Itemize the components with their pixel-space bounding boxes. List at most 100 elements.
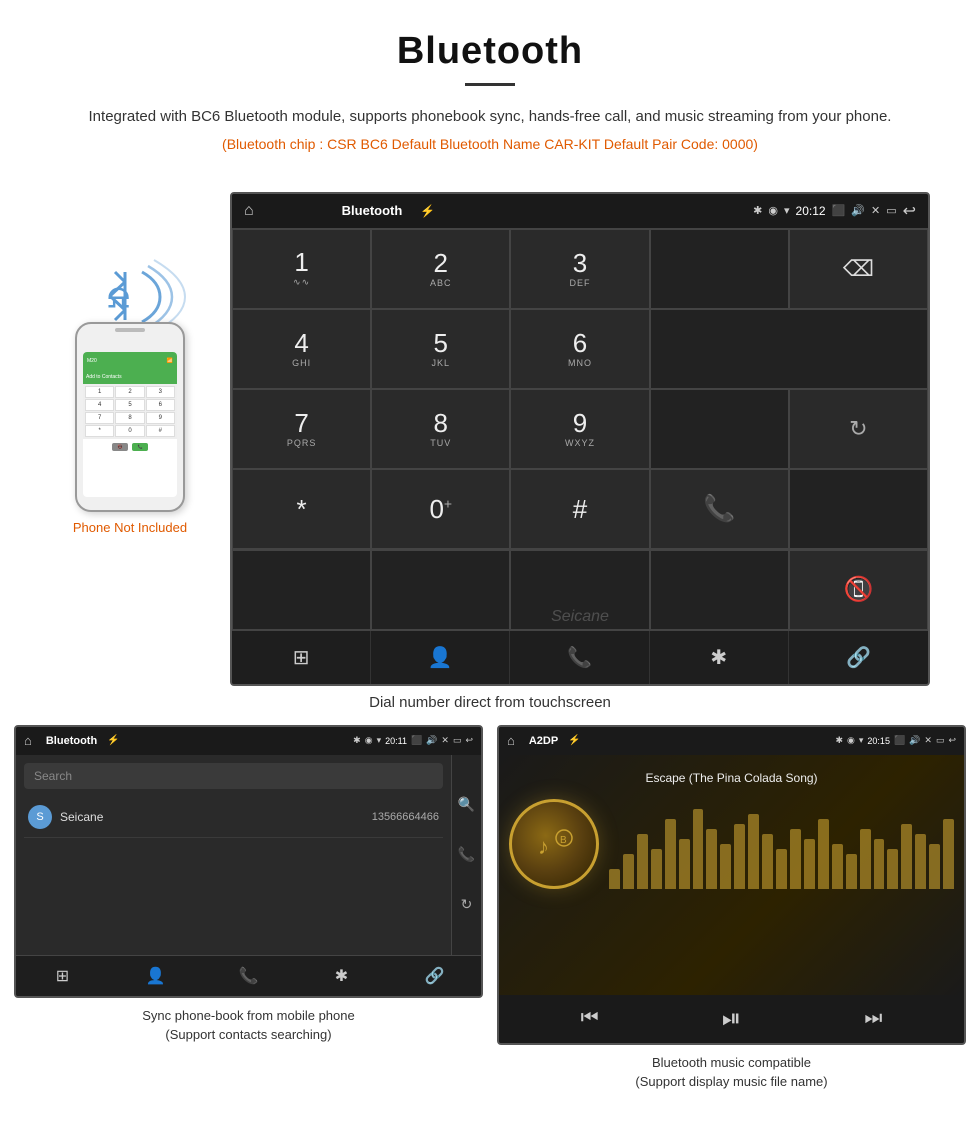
a2dp-caption-line2: (Support display music file name) (635, 1072, 827, 1092)
back-icon[interactable]: ↩ (903, 201, 916, 221)
page-description: Integrated with BC6 Bluetooth module, su… (60, 104, 920, 130)
eq-bar (693, 809, 704, 889)
key-7[interactable]: 7 PQRS (232, 389, 371, 469)
key-call-red[interactable]: 📵 (789, 550, 928, 630)
phone-mockup-container: ⍾ M20 📶 Add to Contac (50, 252, 210, 535)
page-specs: (Bluetooth chip : CSR BC6 Default Blueto… (60, 136, 920, 152)
pb-bt-icon: ✱ (353, 735, 361, 746)
wifi-icon: ▾ (784, 204, 790, 217)
eq-bar (748, 814, 759, 889)
eq-bar (860, 829, 871, 889)
nav-dialpad[interactable]: ⊞ (232, 631, 371, 684)
a2dp-wifi-icon: ▾ (859, 735, 864, 746)
a2dp-song-title: Escape (The Pina Colada Song) (645, 771, 817, 785)
phonebook-caption-line1: Sync phone-book from mobile phone (142, 1006, 354, 1026)
key-hash[interactable]: # (510, 469, 649, 549)
key-9[interactable]: 9 WXYZ (510, 389, 649, 469)
prev-button[interactable]: ⏮ (581, 1007, 599, 1030)
window-icon[interactable]: ▭ (886, 204, 896, 217)
pb-back-icon[interactable]: ↩ (465, 735, 473, 746)
a2dp-usb-icon: ⚡ (568, 735, 580, 746)
side-refresh-icon[interactable]: ↻ (461, 896, 473, 913)
pb-nav-link[interactable]: 🔗 (388, 956, 481, 996)
key-refresh[interactable]: ↻ (789, 389, 928, 469)
hangup-empty-4 (650, 550, 789, 630)
key-5[interactable]: 5 JKL (371, 309, 510, 389)
a2dp-loc-icon: ◉ (847, 735, 855, 746)
pb-nav-phone[interactable]: 📞 (202, 956, 295, 996)
svg-text:B: B (560, 835, 567, 846)
page-title: Bluetooth (60, 30, 920, 73)
key-4[interactable]: 4 GHI (232, 309, 371, 389)
phonebook-caption-line2: (Support contacts searching) (142, 1025, 354, 1045)
a2dp-home-icon[interactable]: ⌂ (507, 733, 515, 748)
dialpad-keypad: 1 ∿∿ 2 ABC 3 DEF ⌫ 4 GHI 5 JKL (232, 228, 928, 549)
dialpad-statusbar: ⌂ Bluetooth ⚡ ✱ ◉ ▾ 20:12 ⬛ 🔊 ✕ ▭ ↩ (232, 194, 928, 228)
pb-usb-icon: ⚡ (107, 735, 119, 746)
side-search-icon[interactable]: 🔍 (458, 796, 475, 813)
a2dp-close-icon[interactable]: ✕ (924, 735, 932, 746)
nav-bluetooth[interactable]: ✱ (650, 631, 789, 684)
next-button[interactable]: ⏭ (864, 1007, 882, 1030)
main-caption-text: Dial number direct from touchscreen (369, 694, 611, 711)
pb-time: 20:11 (385, 736, 407, 746)
phone-not-included-label: Phone Not Included (73, 520, 187, 535)
key-star[interactable]: * (232, 469, 371, 549)
pb-camera-icon: ⬛ (411, 735, 422, 746)
phone-dialer: 1 2 3 4 5 6 7 8 9 * 0 # (83, 384, 177, 439)
a2dp-camera-icon: ⬛ (894, 735, 905, 746)
a2dp-back-icon[interactable]: ↩ (948, 735, 956, 746)
key-backspace[interactable]: ⌫ (789, 229, 928, 309)
contact-row[interactable]: S Seicane 13566664466 (24, 797, 443, 838)
pb-title: Bluetooth (46, 735, 97, 747)
pb-nav-dialpad[interactable]: ⊞ (16, 956, 109, 996)
page-header: Bluetooth Integrated with BC6 Bluetooth … (0, 0, 980, 182)
pb-window-icon[interactable]: ▭ (453, 735, 462, 746)
eq-bar (929, 844, 940, 889)
eq-bar (943, 819, 954, 889)
pb-close-icon[interactable]: ✕ (441, 735, 449, 746)
eq-bar (846, 854, 857, 889)
key-6[interactable]: 6 MNO (510, 309, 649, 389)
display-empty-1 (650, 229, 789, 309)
phonebook-side-icons: 🔍 📞 ↻ (451, 755, 481, 955)
eq-bar (874, 839, 885, 889)
phonebook-search[interactable]: Search (24, 763, 443, 789)
eq-bar (832, 844, 843, 889)
pb-nav-bluetooth[interactable]: ✱ (295, 956, 388, 996)
key-3[interactable]: 3 DEF (510, 229, 649, 309)
music-bt-icon-svg: ♪ B (534, 824, 574, 864)
a2dp-screenshot-container: ⌂ A2DP ⚡ ✱ ◉ ▾ 20:15 ⬛ 🔊 ✕ ▭ ↩ Es (497, 725, 966, 1092)
key-8[interactable]: 8 TUV (371, 389, 510, 469)
key-2[interactable]: 2 ABC (371, 229, 510, 309)
dialpad-screenshot: ⌂ Bluetooth ⚡ ✱ ◉ ▾ 20:12 ⬛ 🔊 ✕ ▭ ↩ 1 ∿∿ (230, 192, 930, 686)
pb-volume-icon: 🔊 (426, 735, 437, 746)
search-placeholder-text: Search (34, 769, 72, 783)
nav-contacts[interactable]: 👤 (371, 631, 510, 684)
nav-phone[interactable]: 📞 (510, 631, 649, 684)
eq-bar (706, 829, 717, 889)
a2dp-bt-icon: ✱ (835, 735, 843, 746)
play-pause-button[interactable]: ⏯ (722, 1005, 741, 1033)
side-phone-icon[interactable]: 📞 (458, 846, 475, 863)
key-0[interactable]: 0+ (371, 469, 510, 549)
pb-nav-contacts[interactable]: 👤 (109, 956, 202, 996)
close-icon[interactable]: ✕ (871, 204, 880, 217)
nav-link[interactable]: 🔗 (789, 631, 928, 684)
a2dp-album-art: ♪ B (509, 799, 599, 889)
usb-icon: ⚡ (420, 204, 435, 218)
a2dp-equalizer (609, 809, 954, 889)
phonebook-screenshot-container: ⌂ Bluetooth ⚡ ✱ ◉ ▾ 20:11 ⬛ 🔊 ✕ ▭ ↩ (14, 725, 483, 1092)
key-1[interactable]: 1 ∿∿ (232, 229, 371, 309)
home-icon[interactable]: ⌂ (244, 202, 254, 220)
a2dp-window-icon[interactable]: ▭ (936, 735, 945, 746)
phonebook-bottom-nav: ⊞ 👤 📞 ✱ 🔗 (16, 955, 481, 996)
a2dp-screen: ⌂ A2DP ⚡ ✱ ◉ ▾ 20:15 ⬛ 🔊 ✕ ▭ ↩ Es (497, 725, 966, 1045)
key-call-green[interactable]: 📞 (650, 469, 789, 549)
a2dp-volume-icon: 🔊 (909, 735, 920, 746)
pb-home-icon[interactable]: ⌂ (24, 733, 32, 748)
eq-bar (887, 849, 898, 889)
eq-bar (651, 849, 662, 889)
a2dp-time: 20:15 (867, 736, 890, 746)
eq-bar (679, 839, 690, 889)
